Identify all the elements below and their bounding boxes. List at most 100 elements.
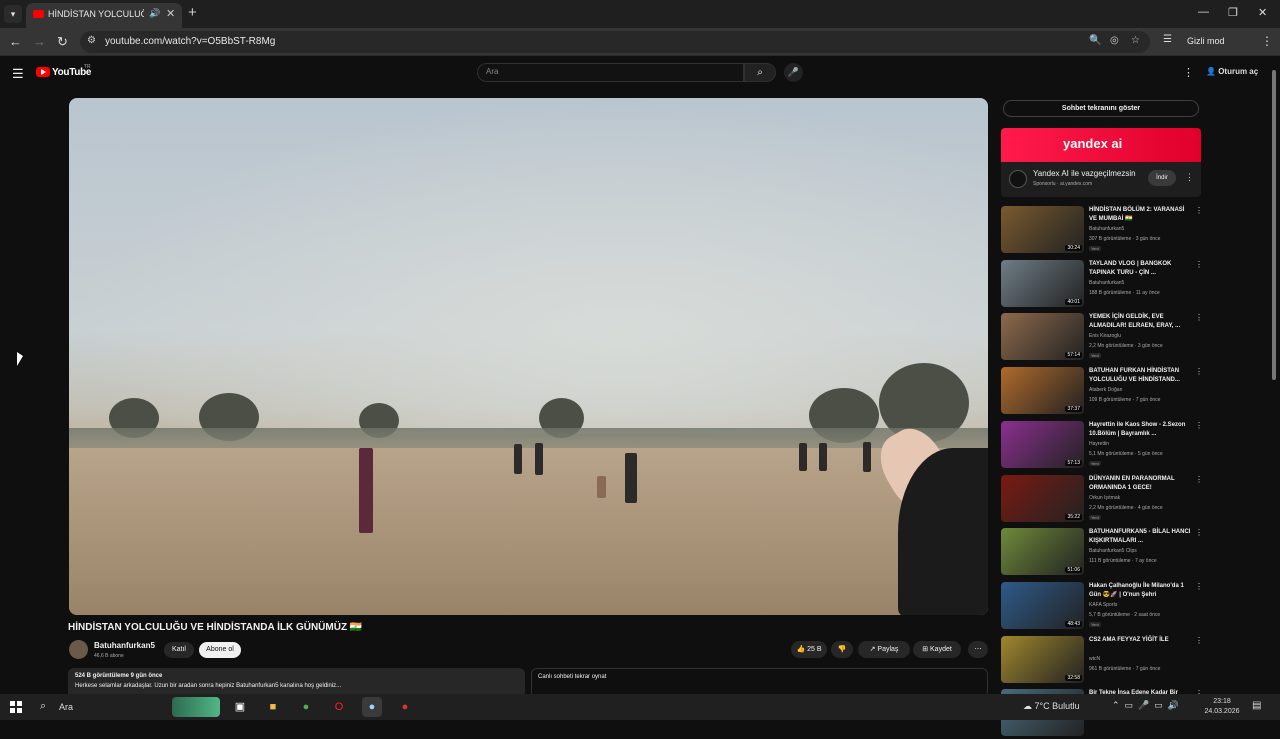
video-thumbnail[interactable]: 48:43 — [1001, 581, 1084, 629]
more-options-icon[interactable]: ⋮ — [1195, 367, 1203, 376]
video-thumbnail[interactable]: 35:22 — [1001, 474, 1084, 522]
more-options-icon[interactable]: ⋮ — [1195, 636, 1203, 645]
signin-button[interactable]: 👤 Oturum aç — [1206, 67, 1258, 76]
video-thumbnail[interactable]: 30:24 — [1001, 206, 1084, 253]
eye-off-icon[interactable]: ◎ — [1110, 35, 1119, 46]
url-text[interactable]: youtube.com/watch?v=O5BbST-R8Mg — [105, 36, 275, 47]
rec-channel[interactable]: Orkun Işıtmak — [1089, 495, 1120, 501]
ad-card[interactable]: Yandex AI ile vazgeçilmezsin Sponsorlu ·… — [1001, 162, 1201, 197]
join-button[interactable]: Katıl — [164, 642, 194, 658]
share-button[interactable]: ↗ Paylaş — [858, 641, 910, 658]
list-item[interactable]: 51:06 BATUHANFURKAN5 - BİLAL HANCI KIŞKIR… — [1001, 528, 1206, 578]
rec-title[interactable]: CS2 AMA FEYYAZ YİĞİT İLE — [1089, 636, 1193, 645]
back-icon[interactable]: ← — [9, 34, 22, 49]
settings-more-icon[interactable]: ⋮ — [1183, 66, 1194, 79]
list-item[interactable]: 37:37 BATUHAN FURKAN HİNDİSTAN YOLCULUĞU … — [1001, 367, 1206, 417]
taskbar-widget-image[interactable] — [172, 697, 220, 717]
new-tab-icon[interactable]: + — [188, 4, 197, 21]
video-thumbnail[interactable]: 32:58 — [1001, 635, 1084, 683]
video-player[interactable] — [69, 98, 988, 615]
close-window-icon[interactable]: ✕ — [1258, 6, 1267, 19]
incognito-label[interactable]: Gizli mod — [1187, 36, 1225, 46]
rec-title[interactable]: DÜNYANIN EN PARANORMAL ORMANINDA 1 GECE! — [1089, 475, 1193, 493]
youtube-logo-icon[interactable] — [36, 67, 50, 77]
list-item[interactable]: 30:24 HİNDİSTAN BÖLÜM 2: VARANASİ VE MUMB… — [1001, 206, 1206, 256]
bookmark-star-icon[interactable]: ☆ — [1131, 35, 1140, 46]
video-thumbnail[interactable]: 57:13 — [1001, 420, 1084, 468]
rec-channel[interactable]: Hayrettin — [1089, 441, 1109, 447]
forward-icon[interactable]: → — [33, 34, 46, 49]
notification-icon[interactable]: ▤ — [1252, 700, 1261, 711]
rec-title[interactable]: BATUHAN FURKAN HİNDİSTAN YOLCULUĞU VE Hİ… — [1089, 367, 1193, 385]
search-icon[interactable]: ⌕ — [744, 63, 776, 82]
chrome-icon[interactable]: ● — [296, 697, 316, 717]
rec-title[interactable]: YEMEK İÇİN GELDİK, EVE ALMADILAR! ELRAEN… — [1089, 313, 1193, 331]
rec-channel[interactable]: Batuhanfurkan5 Clips — [1089, 548, 1137, 554]
restore-icon[interactable]: ❐ — [1228, 6, 1238, 19]
list-item[interactable]: 57:13 Hayrettin ile Kaos Show - 2.Sezon 1… — [1001, 420, 1206, 471]
taskbar-search-icon[interactable]: ⌕ — [40, 700, 46, 713]
page-scrollbar[interactable] — [1270, 60, 1278, 690]
video-thumbnail[interactable]: 57:14 — [1001, 313, 1084, 361]
like-button[interactable]: 👍 25 B — [791, 641, 827, 658]
close-tab-icon[interactable]: ✕ — [166, 7, 175, 20]
list-item[interactable]: 48:43 Hakan Çalhanoğlu İle Milano'da 1 Gü… — [1001, 581, 1206, 632]
ad-title[interactable]: Yandex AI ile vazgeçilmezsin — [1033, 169, 1136, 178]
browser-tab[interactable]: HİNDİSTAN YOLCULUĞU VE 🔊 ✕ — [26, 3, 182, 28]
ad-download-button[interactable]: İndir — [1148, 170, 1176, 186]
system-tray-icons[interactable]: ⌃▭🎤▭🔊 — [1112, 700, 1184, 711]
video-thumbnail[interactable]: 37:37 — [1001, 367, 1084, 415]
clock[interactable]: 23:18 24.03.2026 — [1204, 697, 1240, 717]
subscribe-button[interactable]: Abone ol — [199, 642, 241, 658]
site-info-icon[interactable]: ⚙ — [87, 35, 96, 46]
tab-search-icon[interactable]: ▾ — [4, 5, 22, 23]
rec-title[interactable]: Hakan Çalhanoğlu İle Milano'da 1 Gün 😎🚀 … — [1089, 582, 1193, 600]
rec-title[interactable]: BATUHANFURKAN5 - BİLAL HANCI KIŞKIRTMALA… — [1089, 528, 1193, 546]
more-options-icon[interactable]: ⋮ — [1195, 582, 1203, 591]
avatar[interactable] — [69, 640, 88, 659]
file-explorer-icon[interactable]: ■ — [263, 697, 283, 717]
more-options-icon[interactable]: ⋮ — [1195, 313, 1203, 322]
more-actions-icon[interactable]: ⋯ — [968, 641, 988, 658]
opera-icon[interactable]: O — [329, 697, 349, 717]
hamburger-menu-icon[interactable]: ☰ — [12, 66, 24, 82]
list-item[interactable]: 57:14 YEMEK İÇİN GELDİK, EVE ALMADILAR! E… — [1001, 313, 1206, 363]
dislike-button[interactable]: 👎 — [831, 641, 853, 658]
reading-list-icon[interactable]: ☰ — [1163, 34, 1172, 45]
rec-title[interactable]: TAYLAND VLOG | BANGKOK TAPINAK TURU - Çİ… — [1089, 260, 1193, 278]
rec-channel[interactable]: Ataberk Doğan — [1089, 387, 1122, 393]
more-options-icon[interactable]: ⋮ — [1195, 475, 1203, 484]
search-input[interactable]: Ara — [477, 63, 744, 82]
chrome-incognito-icon[interactable]: ● — [362, 697, 382, 717]
speaker-icon[interactable]: 🔊 — [149, 8, 160, 19]
app-icon[interactable]: ● — [395, 697, 415, 717]
more-options-icon[interactable]: ⋮ — [1195, 260, 1203, 269]
more-options-icon[interactable]: ⋮ — [1195, 528, 1203, 537]
windows-start-icon[interactable] — [10, 701, 22, 713]
list-item[interactable]: 35:22 DÜNYANIN EN PARANORMAL ORMANINDA 1 … — [1001, 474, 1206, 525]
rec-channel[interactable]: Batuhanfurkan5 — [1089, 280, 1124, 286]
weather-widget[interactable]: ☁ 7°C Bulutlu — [1023, 701, 1080, 712]
more-options-icon[interactable]: ⋮ — [1195, 421, 1203, 430]
rec-channel[interactable]: wtcN — [1089, 656, 1100, 662]
video-thumbnail[interactable]: 51:06 — [1001, 528, 1084, 576]
rec-channel[interactable]: Batuhanfurkan5 — [1089, 226, 1124, 232]
taskbar-search-label[interactable]: Ara — [59, 702, 73, 712]
zoom-icon[interactable]: 🔍 — [1089, 35, 1101, 46]
rec-channel[interactable]: Enis Kirazoglu — [1089, 333, 1121, 339]
ad-banner[interactable]: yandex ai — [1001, 128, 1201, 162]
rec-title[interactable]: HİNDİSTAN BÖLÜM 2: VARANASİ VE MUMBAİ 🇮🇳 — [1089, 206, 1193, 224]
rec-title[interactable]: Hayrettin ile Kaos Show - 2.Sezon 10.Böl… — [1089, 421, 1193, 439]
browser-menu-icon[interactable]: ⋮ — [1261, 34, 1273, 48]
ad-more-icon[interactable]: ⋮ — [1185, 172, 1194, 183]
microphone-icon[interactable]: 🎤 — [784, 63, 803, 82]
show-chat-button[interactable]: Sohbet tekranını göster — [1003, 100, 1199, 117]
list-item[interactable]: 40:01 TAYLAND VLOG | BANGKOK TAPINAK TURU… — [1001, 259, 1206, 310]
url-omnibox[interactable]: ⚙ youtube.com/watch?v=O5BbST-R8Mg 🔍 ◎ ☆ — [80, 31, 1150, 53]
save-button[interactable]: ⊞ Kaydet — [913, 641, 961, 658]
task-view-icon[interactable]: ▣ — [230, 697, 250, 717]
scrollbar-thumb[interactable] — [1272, 70, 1276, 380]
reload-icon[interactable]: ↻ — [57, 34, 68, 50]
more-options-icon[interactable]: ⋮ — [1195, 206, 1203, 215]
channel-name[interactable]: Batuhanfurkan5 — [94, 641, 155, 650]
